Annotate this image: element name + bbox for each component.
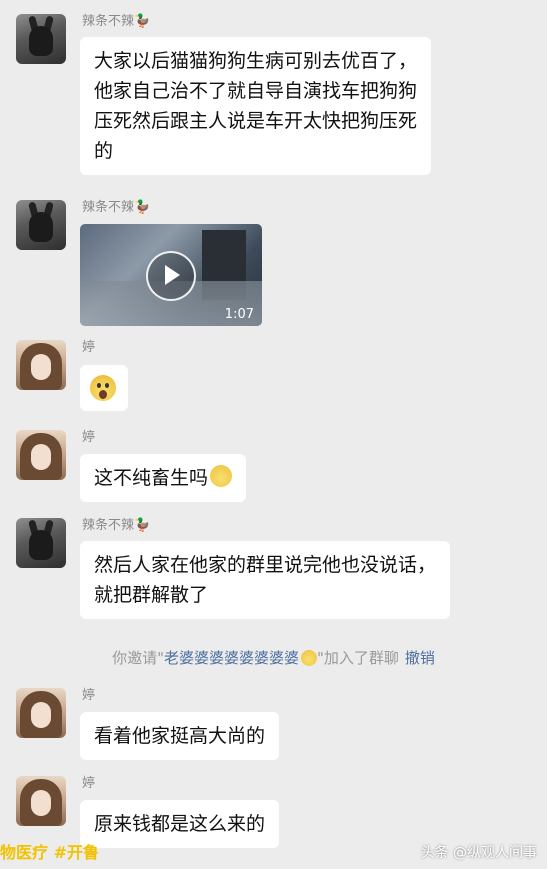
invitee-name[interactable]: 老婆婆婆婆婆婆婆婆 (164, 649, 299, 667)
message-line: 压死然后跟主人说是车开太快把狗压死 (94, 110, 418, 132)
sender-name: 婷 (82, 776, 96, 791)
notice-prefix: 你邀请" (112, 649, 164, 667)
watermark-right: 头条 @纵观人间事 (420, 845, 537, 861)
notice-suffix: "加入了群聊 (317, 649, 399, 667)
video-duration: 1:07 (224, 307, 254, 322)
sender-name: 婷 (82, 340, 96, 355)
sender-name: 辣条不辣🦆 (82, 200, 151, 215)
avatar-latiao[interactable] (16, 200, 66, 250)
message-line: 的 (94, 140, 114, 162)
sender-name: 辣条不辣🦆 (82, 14, 151, 29)
avatar-ting[interactable] (16, 340, 66, 390)
message-bubble[interactable]: 这不纯畜生吗 (80, 454, 247, 502)
eye-roll-emoji-icon (210, 465, 233, 487)
message-bubble[interactable]: 看着他家挺高大尚的 (80, 712, 280, 760)
message-line: 然后人家在他家的群里说完他也没说话， (94, 554, 437, 576)
avatar-ting[interactable] (16, 430, 66, 480)
play-icon[interactable] (146, 251, 196, 301)
message-bubble[interactable]: 大家以后猫猫狗狗生病可别去优百了， 他家自己治不了就自导自演找车把狗狗 压死然后… (80, 37, 432, 175)
message-line: 就把群解散了 (94, 584, 209, 606)
system-notice: 你邀请"老婆婆婆婆婆婆婆婆 "加入了群聊 撤销 (0, 647, 547, 668)
revoke-button[interactable]: 撤销 (405, 649, 435, 667)
message-text: 这不纯畜生吗 (94, 467, 209, 489)
avatar-ting[interactable] (16, 776, 66, 826)
message-text: 原来钱都是这么来的 (94, 813, 266, 835)
avatar-latiao[interactable] (16, 518, 66, 568)
sender-name: 婷 (82, 430, 96, 445)
sender-name: 婷 (82, 688, 96, 703)
sender-name: 辣条不辣🦆 (82, 518, 151, 533)
message-line: 大家以后猫猫狗狗生病可别去优百了， (94, 50, 418, 72)
watermark-left: 物医疗 #开鲁 (0, 843, 99, 862)
message-bubble[interactable] (80, 365, 128, 411)
video-thumbnail[interactable]: 1:07 (80, 224, 262, 326)
message-bubble[interactable]: 原来钱都是这么来的 (80, 800, 280, 848)
message-bubble[interactable]: 然后人家在他家的群里说完他也没说话， 就把群解散了 (80, 541, 451, 619)
message-text: 看着他家挺高大尚的 (94, 725, 266, 747)
scream-emoji-icon (90, 375, 116, 401)
avatar-ting[interactable] (16, 688, 66, 738)
message-line: 他家自己治不了就自导自演找车把狗狗 (94, 80, 418, 102)
smile-emoji-icon (301, 650, 317, 666)
avatar-latiao[interactable] (16, 14, 66, 64)
